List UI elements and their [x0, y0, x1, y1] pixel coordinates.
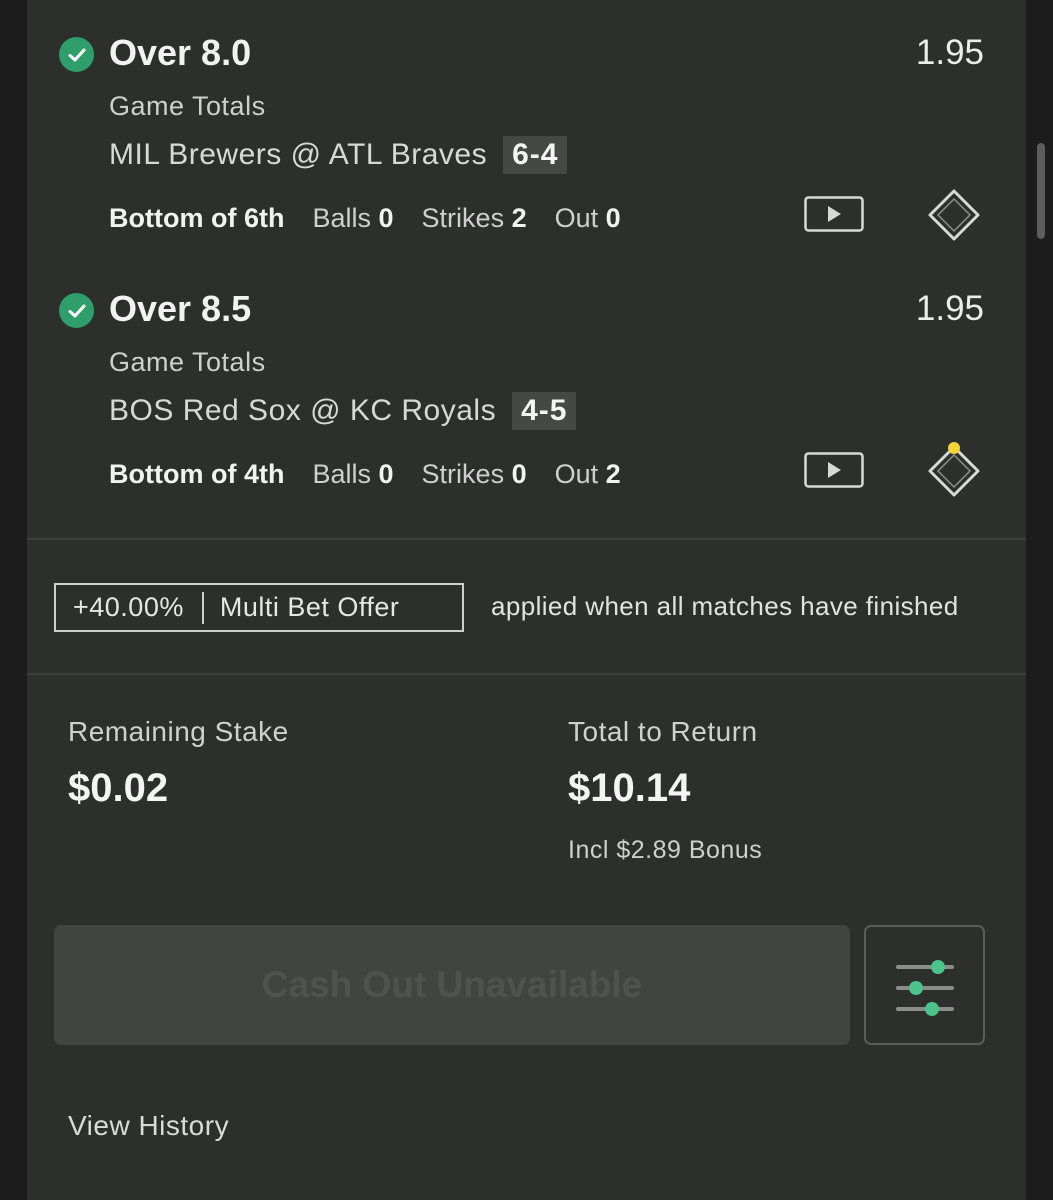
baseball-diamond-icon: [928, 442, 980, 497]
selection-odds: 1.95: [915, 33, 984, 72]
outs-count: Out 2: [554, 459, 621, 489]
selection-1: Over 8.0 1.95 Game Totals MIL Brewers @ …: [27, 0, 1026, 256]
bases-diamond-button[interactable]: [925, 442, 983, 500]
check-icon: [59, 37, 94, 72]
bet-card: Over 8.0 1.95 Game Totals MIL Brewers @ …: [27, 0, 1026, 1200]
selection-2: Over 8.5 1.95 Game Totals BOS Red Sox @ …: [27, 256, 1026, 512]
market-name: Game Totals: [109, 347, 266, 377]
live-stream-button[interactable]: [804, 452, 864, 488]
match-row: MIL Brewers @ ATL Braves 6-4: [109, 136, 568, 174]
total-return-label: Total to Return: [568, 716, 758, 747]
remaining-stake-value: $0.02: [68, 766, 169, 810]
match-name: MIL Brewers @ ATL Braves: [109, 138, 488, 171]
selection-title: Over 8.5: [109, 288, 252, 329]
live-stream-button[interactable]: [804, 196, 864, 232]
inning: Bottom of 4th: [109, 459, 285, 489]
view-history-link[interactable]: View History: [68, 1110, 229, 1142]
offer-note: applied when all matches have finished: [491, 591, 959, 621]
score-badge: 6-4: [503, 136, 568, 174]
total-return-value: $10.14: [568, 766, 691, 810]
match-row: BOS Red Sox @ KC Royals 4-5: [109, 392, 577, 430]
multi-bet-offer-badge: +40.00% Multi Bet Offer: [54, 583, 464, 632]
score-badge: 4-5: [512, 392, 577, 430]
outs-count: Out 0: [554, 203, 621, 233]
play-icon: [804, 452, 864, 488]
check-icon: [59, 293, 94, 328]
sliders-icon: [895, 960, 954, 1016]
balls-count: Balls 0: [312, 203, 394, 233]
divider: [27, 673, 1026, 675]
cash-out-button[interactable]: Cash Out Unavailable: [54, 925, 850, 1045]
game-state: Bottom of 6th Balls 0 Strikes 2 Out 0: [109, 203, 621, 234]
selection-title: Over 8.0: [109, 32, 252, 73]
bonus-note: Incl $2.89 Bonus: [568, 836, 763, 864]
inning: Bottom of 6th: [109, 203, 285, 233]
divider: [27, 538, 1026, 540]
strikes-count: Strikes 2: [421, 203, 527, 233]
bases-diamond-button[interactable]: [925, 186, 983, 244]
game-state: Bottom of 4th Balls 0 Strikes 0 Out 2: [109, 459, 621, 490]
balls-count: Balls 0: [312, 459, 394, 489]
baseball-diamond-icon: [928, 189, 980, 241]
selection-odds: 1.95: [915, 289, 984, 328]
offer-percent: +40.00%: [73, 592, 184, 622]
runner-on-second-icon: [948, 442, 960, 454]
play-icon: [804, 196, 864, 232]
match-name: BOS Red Sox @ KC Royals: [109, 394, 497, 427]
market-name: Game Totals: [109, 91, 266, 121]
offer-label: Multi Bet Offer: [219, 592, 400, 622]
scrollbar[interactable]: [1037, 143, 1045, 239]
remaining-stake-label: Remaining Stake: [68, 716, 289, 747]
strikes-count: Strikes 0: [421, 459, 527, 489]
cash-out-settings-button[interactable]: [864, 925, 985, 1045]
